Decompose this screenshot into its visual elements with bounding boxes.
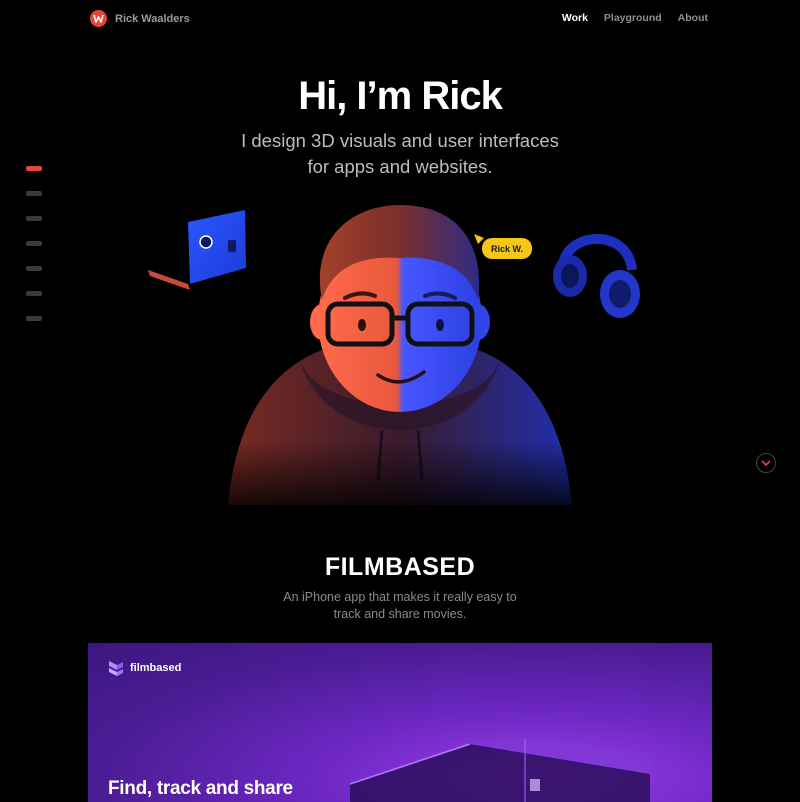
project-desc-line-2: track and share movies. xyxy=(333,607,467,621)
chevron-down-icon xyxy=(761,460,771,466)
laptop-illustration xyxy=(148,210,246,290)
card-headline: Find, track and share xyxy=(108,778,293,799)
headphones-illustration xyxy=(553,234,640,318)
name-tag-label: Rick W. xyxy=(491,244,523,254)
hero-illustration: Rick W. xyxy=(148,205,640,520)
filmbased-brand-name: filmbased xyxy=(130,662,182,674)
room-illustration xyxy=(350,739,650,802)
project-description: An iPhone app that makes it really easy … xyxy=(0,589,800,623)
right-eye xyxy=(436,319,444,331)
name-tag: Rick W. xyxy=(474,234,532,259)
scroll-down-button[interactable] xyxy=(756,453,776,473)
filmbased-logo-icon xyxy=(109,661,123,676)
left-eye xyxy=(358,319,366,331)
filmbased-brand: filmbased xyxy=(108,659,181,677)
project-card[interactable]: filmbased Find, track and share xyxy=(88,643,712,802)
hero-fade xyxy=(200,440,600,520)
project-title: FILMBASED xyxy=(324,553,476,581)
project-desc-line-1: An iPhone app that makes it really easy … xyxy=(283,590,517,604)
